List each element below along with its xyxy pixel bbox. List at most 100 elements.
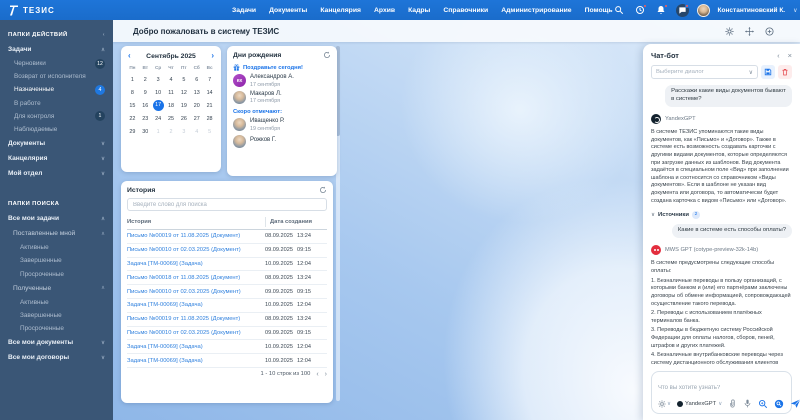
calendar-prev-icon[interactable]: ‹ <box>128 52 131 60</box>
web-search-icon[interactable] <box>774 399 784 409</box>
sidebar-group-assigned-by-me[interactable]: Поставленные мной ∧ <box>0 226 113 241</box>
model-selector[interactable]: YandexGPT ∨ <box>677 401 722 407</box>
calendar-day[interactable]: 27 <box>190 113 203 125</box>
history-link[interactable]: Задача [ТМ-00069] (Задача) <box>127 261 265 267</box>
calendar-day[interactable]: 4 <box>165 74 178 86</box>
sidebar-item-received-completed[interactable]: Завершенные <box>0 309 113 322</box>
menu-item-references[interactable]: Справочники <box>443 7 488 14</box>
calendar-day[interactable]: 2 <box>139 74 152 86</box>
close-icon[interactable]: × <box>788 51 792 60</box>
calendar-day[interactable]: 23 <box>139 113 152 125</box>
bell-icon[interactable] <box>655 4 668 17</box>
history-search-input[interactable] <box>127 198 327 211</box>
sidebar-item-observed[interactable]: Наблюдаемые <box>0 123 113 136</box>
birthday-person[interactable]: Иващенко Р. 19 сентября <box>233 118 331 132</box>
column-header-title[interactable]: История <box>127 219 265 225</box>
sidebar-group-chancery[interactable]: Канцелярия ∨ <box>0 151 113 166</box>
sidebar-item-received-overdue[interactable]: Просроченные <box>0 322 113 335</box>
menu-item-archive[interactable]: Архив <box>374 7 395 14</box>
calendar-day[interactable]: 14 <box>203 87 216 99</box>
history-link[interactable]: Письмо №00010 от 02.03.2025 (Документ) <box>127 247 265 253</box>
menu-item-tasks[interactable]: Задачи <box>232 7 256 14</box>
calendar-day-next-month[interactable]: 1 <box>152 126 165 138</box>
sidebar-item-received-active[interactable]: Активные <box>0 296 113 309</box>
calendar-day-next-month[interactable]: 2 <box>165 126 178 138</box>
history-link[interactable]: Задача [ТМ-00069] (Задача) <box>127 344 265 350</box>
search-icon[interactable] <box>613 4 626 17</box>
sidebar-group-received[interactable]: Полученные ∧ <box>0 281 113 296</box>
history-link[interactable]: Задача [ТМ-00069] (Задача) <box>127 302 265 308</box>
birthday-person[interactable]: КК Александров А. 17 сентября <box>233 74 331 88</box>
calendar-day[interactable]: 18 <box>165 100 178 112</box>
refresh-icon[interactable] <box>319 186 327 194</box>
calendar-day[interactable]: 10 <box>152 87 165 99</box>
user-avatar[interactable] <box>697 4 710 17</box>
calendar-day[interactable]: 5 <box>177 74 190 86</box>
calendar-day[interactable]: 25 <box>165 113 178 125</box>
page-next-icon[interactable]: › <box>325 371 327 378</box>
refresh-icon[interactable] <box>323 51 331 59</box>
calendar-day[interactable]: 20 <box>190 100 203 112</box>
history-link[interactable]: Задача [ТМ-00069] (Задача) <box>127 358 265 364</box>
sidebar-group-all-my-contracts[interactable]: Все мои договоры ∨ <box>0 350 113 365</box>
chatbot-icon[interactable] <box>676 4 689 17</box>
menu-item-chancery[interactable]: Канцелярия <box>320 7 361 14</box>
calendar-day[interactable]: 11 <box>165 87 178 99</box>
attach-file-icon[interactable] <box>728 399 737 408</box>
calendar-day[interactable]: 30 <box>139 126 152 138</box>
calendar-day[interactable]: 19 <box>177 100 190 112</box>
calendar-day[interactable]: 24 <box>152 113 165 125</box>
calendar-day[interactable]: 29 <box>126 126 139 138</box>
sidebar-item-in-progress[interactable]: В работе <box>0 97 113 110</box>
dashboard-settings-icon[interactable] <box>725 27 734 36</box>
sidebar-group-tasks[interactable]: Задачи ∧ <box>0 42 113 57</box>
app-logo[interactable]: ТЕЗИС <box>0 5 113 16</box>
send-icon[interactable] <box>790 398 800 409</box>
calendar-day[interactable]: 3 <box>152 74 165 86</box>
calendar-day[interactable]: 26 <box>177 113 190 125</box>
birthday-person[interactable]: Макаров Л. 17 сентября <box>233 91 331 105</box>
user-name[interactable]: Константиновский К. <box>718 7 786 14</box>
calendar-day[interactable]: 22 <box>126 113 139 125</box>
delete-dialog-button[interactable] <box>778 65 792 79</box>
move-widgets-icon[interactable] <box>745 27 754 36</box>
calendar-day-selected[interactable]: 17 <box>153 100 164 111</box>
sidebar-item-drafts[interactable]: Черновики 12 <box>0 57 113 70</box>
calendar-day-next-month[interactable]: 5 <box>203 126 216 138</box>
sidebar-item-assigned-overdue[interactable]: Просроченные <box>0 268 113 281</box>
history-link[interactable]: Письмо №00010 от 02.03.2025 (Документ) <box>127 330 265 336</box>
calendar-day[interactable]: 6 <box>190 74 203 86</box>
chat-message-input[interactable] <box>658 385 785 391</box>
calendar-day-next-month[interactable]: 4 <box>190 126 203 138</box>
ai-search-icon[interactable] <box>758 399 768 409</box>
sidebar-group-all-my-tasks[interactable]: Все мои задачи ∧ <box>0 211 113 226</box>
calendar-next-icon[interactable]: › <box>211 52 214 60</box>
menu-item-hr[interactable]: Кадры <box>408 7 430 14</box>
calendar-day[interactable]: 9 <box>139 87 152 99</box>
voice-input-icon[interactable] <box>743 399 752 408</box>
sidebar-item-assigned[interactable]: Назначенные 4 <box>0 83 113 96</box>
save-dialog-button[interactable] <box>761 65 775 79</box>
calendar-day[interactable]: 8 <box>126 87 139 99</box>
calendar-day[interactable]: 13 <box>190 87 203 99</box>
sources-toggle-collapsed[interactable]: ∨ Источники 2 <box>651 211 792 219</box>
birthday-person[interactable]: Рожков Г. <box>233 135 331 148</box>
reminders-icon[interactable] <box>634 4 647 17</box>
calendar-day[interactable]: 15 <box>126 100 139 112</box>
sidebar-item-returned[interactable]: Возврат от исполнителя <box>0 70 113 83</box>
chat-settings-icon[interactable]: ∨ <box>658 400 671 408</box>
calendar-day-next-month[interactable]: 3 <box>177 126 190 138</box>
calendar-day[interactable]: 21 <box>203 100 216 112</box>
column-header-date[interactable]: Дата создания <box>265 217 327 227</box>
menu-item-documents[interactable]: Документы <box>269 7 307 14</box>
history-link[interactable]: Письмо №00018 от 11.08.2025 (Документ) <box>127 275 265 281</box>
calendar-day[interactable]: 7 <box>203 74 216 86</box>
history-link[interactable]: Письмо №00019 от 11.08.2025 (Документ) <box>127 233 265 239</box>
menu-item-help[interactable]: Помощь <box>585 7 613 14</box>
chevron-down-icon[interactable]: ∨ <box>793 7 797 14</box>
dialog-select[interactable]: Выберите диалог ∨ <box>651 65 758 79</box>
menu-item-administration[interactable]: Администрирование <box>501 7 571 14</box>
sidebar-item-assigned-active[interactable]: Активные <box>0 241 113 254</box>
sidebar-group-documents[interactable]: Документы ∨ <box>0 136 113 151</box>
sidebar-group-my-department[interactable]: Мой отдел ∨ <box>0 166 113 181</box>
